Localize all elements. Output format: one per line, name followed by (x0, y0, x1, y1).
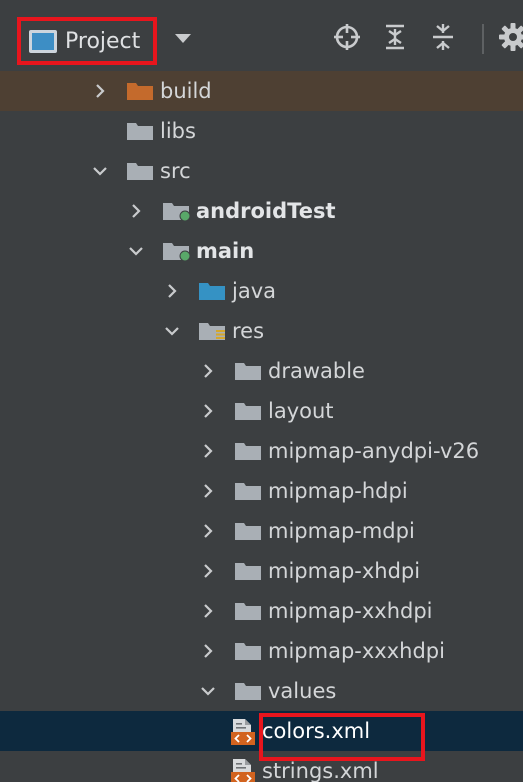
project-view-selector[interactable]: Project (17, 17, 157, 65)
project-tool-window: Project build libs src androidTest main … (0, 0, 523, 782)
tree-item-label: main (196, 239, 255, 263)
chevron-down-icon[interactable] (90, 161, 110, 181)
chevron-right-icon[interactable] (90, 81, 110, 101)
tree-row-androidtest[interactable]: androidTest (0, 191, 523, 231)
project-window-icon (29, 29, 57, 53)
folder-icon (234, 442, 262, 461)
folder-icon (234, 522, 262, 541)
tree-item-label: strings.xml (262, 759, 379, 782)
folder-icon (234, 642, 262, 661)
xml-file-icon (230, 718, 256, 746)
tree-row-mipmap-mdpi[interactable]: mipmap-mdpi (0, 511, 523, 551)
chevron-right-icon[interactable] (198, 401, 218, 421)
tree-row-mipmap-anydpi-v26[interactable]: mipmap-anydpi-v26 (0, 431, 523, 471)
chevron-right-icon[interactable] (198, 561, 218, 581)
tree-row-mipmap-xhdpi[interactable]: mipmap-xhdpi (0, 551, 523, 591)
folder-blue-icon (198, 282, 226, 301)
tree-item-label: java (232, 279, 276, 303)
xml-file-icon (230, 758, 256, 782)
folder-icon (126, 162, 154, 181)
tree-row-java[interactable]: java (0, 271, 523, 311)
tree-row-drawable[interactable]: drawable (0, 351, 523, 391)
tree-item-label: src (160, 159, 191, 183)
tree-item-label: androidTest (196, 199, 336, 223)
gear-icon[interactable] (496, 20, 523, 54)
chevron-down-icon[interactable] (198, 681, 218, 701)
folder-icon (234, 602, 262, 621)
tree-item-label: libs (160, 119, 196, 143)
tree-item-label: build (160, 79, 212, 103)
tree-item-label: mipmap-xxhdpi (268, 599, 433, 623)
chevron-down-icon[interactable] (126, 241, 146, 261)
chevron-right-icon[interactable] (198, 441, 218, 461)
tree-item-label: mipmap-xxxhdpi (268, 639, 445, 663)
tree-row-src[interactable]: src (0, 151, 523, 191)
folder-icon (126, 122, 154, 141)
project-view-label: Project (65, 28, 141, 54)
chevron-down-icon[interactable] (162, 321, 182, 341)
tree-item-label: mipmap-mdpi (268, 519, 415, 543)
target-icon[interactable] (330, 20, 364, 54)
chevron-right-icon[interactable] (198, 521, 218, 541)
tree-row-layout[interactable]: layout (0, 391, 523, 431)
folder-icon (234, 562, 262, 581)
project-tree: build libs src androidTest main java res drawab… (0, 71, 523, 782)
project-toolbar: Project (0, 0, 523, 72)
folder-orange-icon (126, 82, 154, 101)
chevron-right-icon[interactable] (126, 201, 146, 221)
tree-row-main[interactable]: main (0, 231, 523, 271)
chevron-right-icon[interactable] (162, 281, 182, 301)
tree-row-strings-xml[interactable]: strings.xml (0, 751, 523, 782)
chevron-right-icon[interactable] (198, 481, 218, 501)
tree-row-res[interactable]: res (0, 311, 523, 351)
dropdown-caret-icon[interactable] (175, 34, 191, 43)
tree-item-label: layout (268, 399, 334, 423)
tree-row-values[interactable]: values (0, 671, 523, 711)
tree-row-mipmap-xxhdpi[interactable]: mipmap-xxhdpi (0, 591, 523, 631)
chevron-right-icon[interactable] (198, 601, 218, 621)
chevron-right-icon[interactable] (198, 641, 218, 661)
toolbar-separator (482, 24, 484, 54)
folder-icon (234, 682, 262, 701)
expand-all-icon[interactable] (378, 20, 412, 54)
tree-item-label: mipmap-xhdpi (268, 559, 421, 583)
tree-item-label: mipmap-hdpi (268, 479, 408, 503)
tree-row-mipmap-xxxhdpi[interactable]: mipmap-xxxhdpi (0, 631, 523, 671)
folder-icon (234, 402, 262, 421)
tree-row-build[interactable]: build (0, 71, 523, 111)
tree-item-label: mipmap-anydpi-v26 (268, 439, 480, 463)
source-folder-icon (162, 242, 190, 261)
tree-item-label: res (232, 319, 265, 343)
folder-icon (234, 362, 262, 381)
chevron-right-icon[interactable] (198, 361, 218, 381)
resource-folder-icon (198, 322, 226, 341)
tree-row-mipmap-hdpi[interactable]: mipmap-hdpi (0, 471, 523, 511)
source-folder-icon (162, 202, 190, 221)
folder-icon (234, 482, 262, 501)
tree-item-label: values (268, 679, 337, 703)
collapse-all-icon[interactable] (426, 20, 460, 54)
tree-row-colors-xml[interactable]: colors.xml (0, 711, 523, 761)
tree-item-label: drawable (268, 359, 365, 383)
tree-row-libs[interactable]: libs (0, 111, 523, 151)
